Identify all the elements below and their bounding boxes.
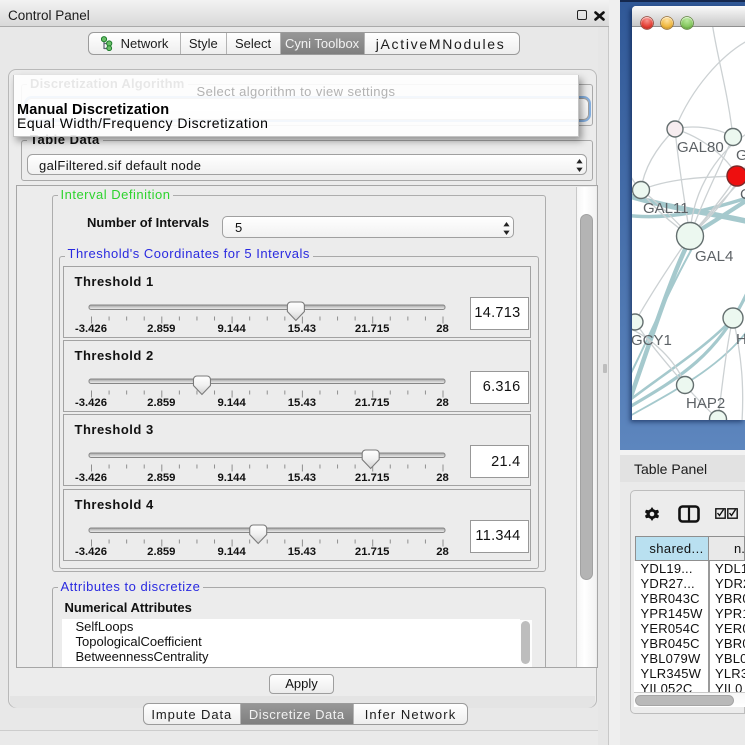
svg-text:C: C [740, 186, 745, 203]
svg-text:GAL4: GAL4 [695, 248, 733, 265]
svg-text:H: H [736, 331, 745, 348]
svg-text:GAL11: GAL11 [643, 200, 689, 217]
svg-text:GAL80: GAL80 [677, 139, 724, 156]
svg-text:HAP2: HAP2 [686, 395, 725, 412]
svg-text:GA: GA [736, 147, 745, 164]
svg-text:GCY1: GCY1 [632, 332, 672, 349]
